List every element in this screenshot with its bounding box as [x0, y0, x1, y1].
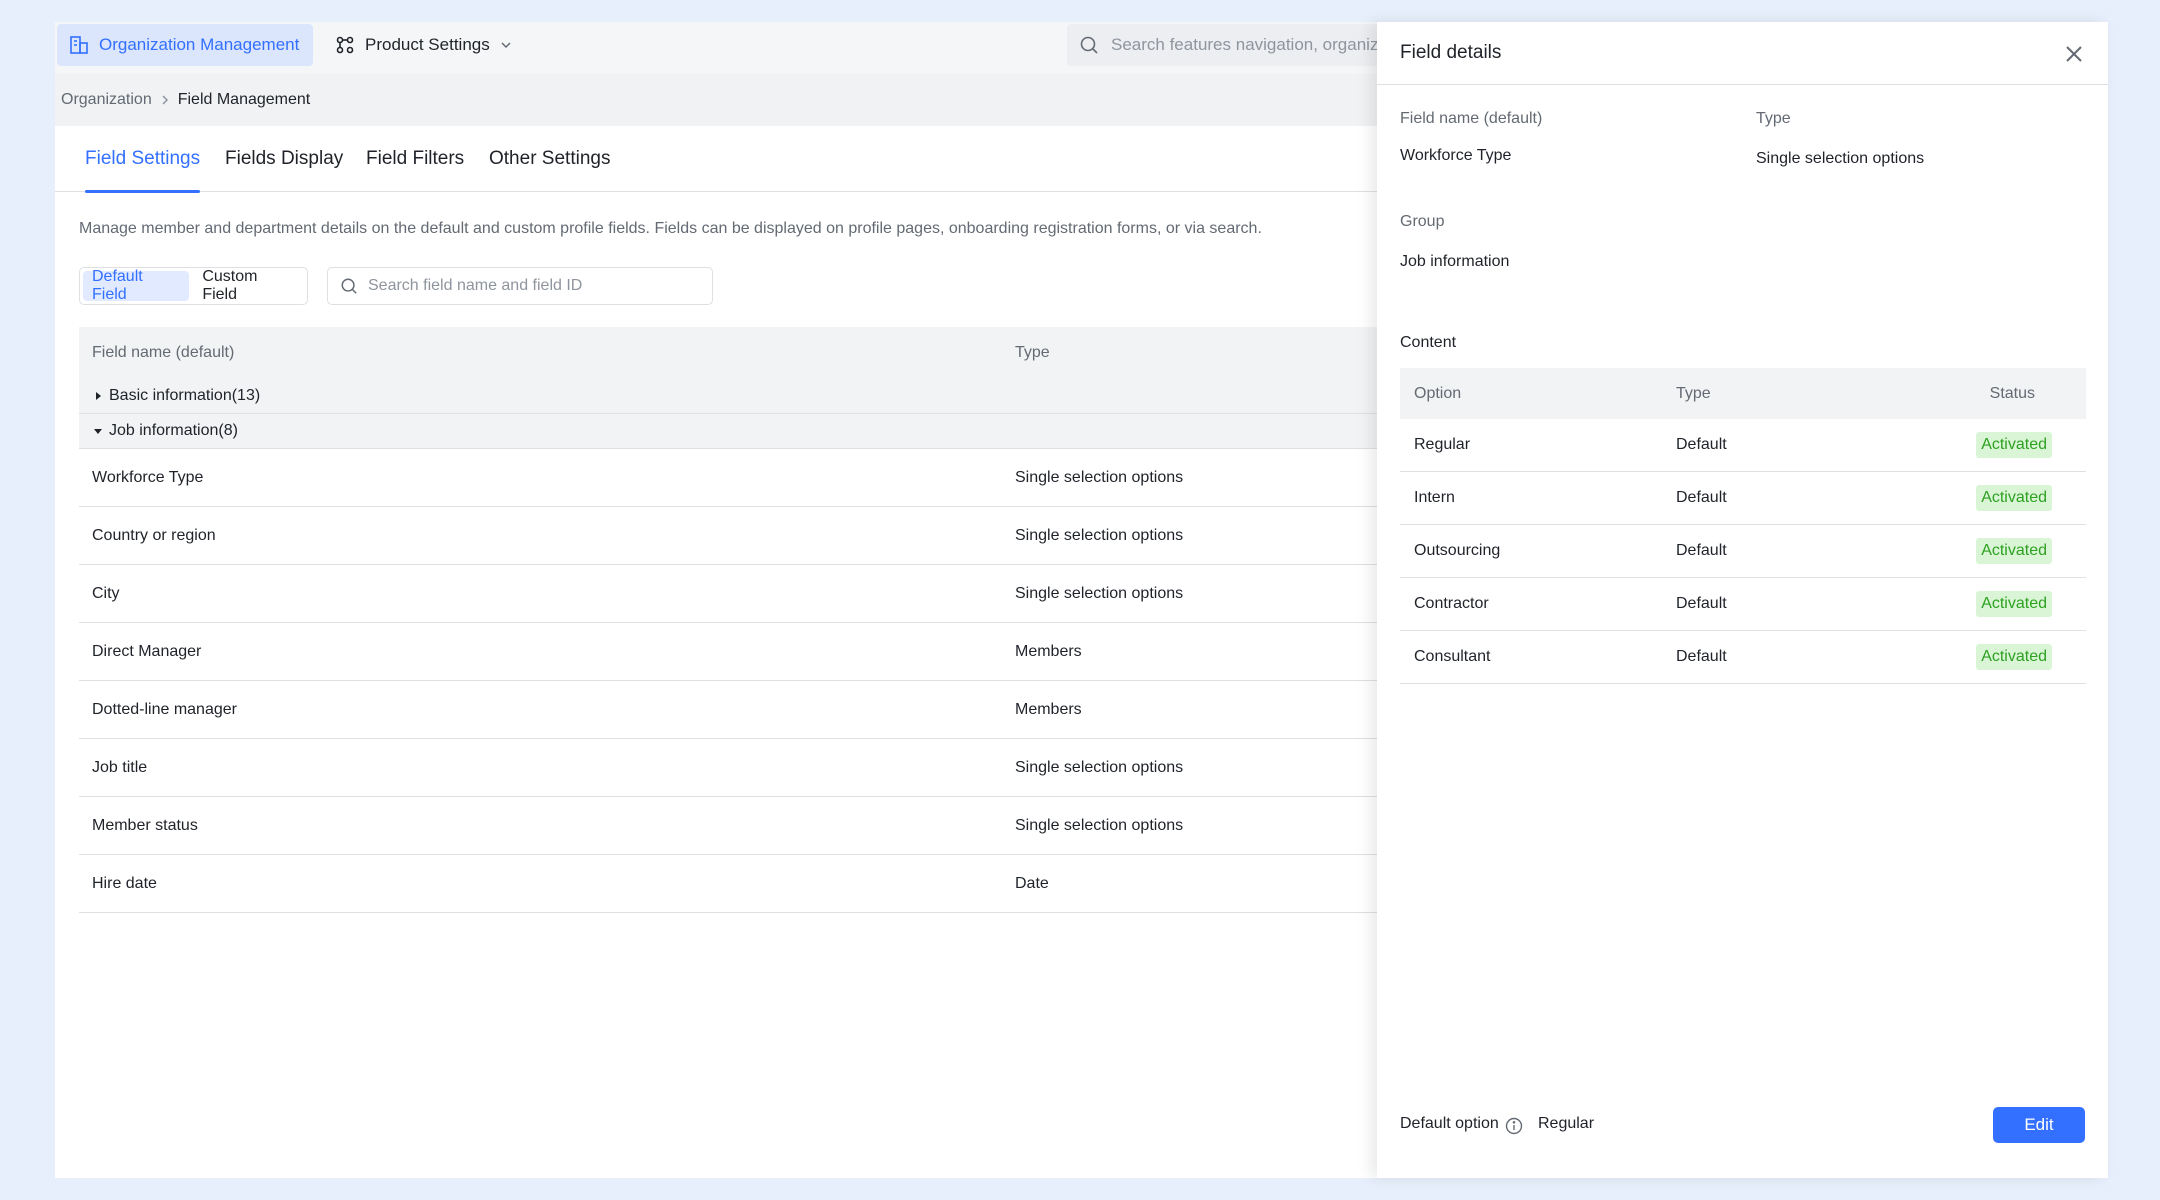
tab-field-filters[interactable]: Field Filters: [366, 126, 464, 192]
nav-organization-management[interactable]: Organization Management: [57, 24, 314, 66]
cell-type: Members: [1015, 700, 1082, 718]
cell-name: Dotted-line manager: [92, 700, 237, 718]
chevron-down-icon: [501, 42, 511, 49]
cell-name: Direct Manager: [92, 642, 202, 660]
nav-product-settings-label: Product Settings: [365, 35, 490, 54]
default-option-value: Regular: [1538, 1115, 1595, 1132]
cell-name: Member status: [92, 816, 198, 834]
edit-button[interactable]: Edit: [1993, 1107, 2085, 1143]
group-label: Basic information(13): [109, 387, 261, 404]
panel-header: Field details: [1377, 22, 2108, 85]
search-icon: [341, 278, 357, 294]
option-name: Intern: [1414, 489, 1455, 506]
tab-fields-display[interactable]: Fields Display: [225, 126, 343, 192]
option-row: Intern Default Activated: [1400, 472, 2086, 525]
table-row[interactable]: Member status Single selection options: [79, 797, 1439, 855]
header-field-name: Field name (default): [92, 344, 235, 361]
option-name: Contractor: [1414, 595, 1489, 612]
caret-down-icon: [94, 429, 102, 434]
option-row: Contractor Default Activated: [1400, 578, 2086, 631]
cell-type: Members: [1015, 642, 1082, 660]
content-table-header: Option Type Status: [1400, 368, 2086, 419]
option-name: Regular: [1414, 436, 1471, 453]
option-name: Outsourcing: [1414, 542, 1501, 559]
product-settings-icon: [336, 36, 354, 54]
tab-other-settings[interactable]: Other Settings: [489, 126, 610, 192]
table-row[interactable]: City Single selection options: [79, 565, 1439, 623]
option-type: Default: [1676, 648, 1727, 665]
field-name-label: Field name (default): [1400, 110, 1543, 127]
nav-product-settings[interactable]: Product Settings: [335, 24, 512, 66]
type-value: Single selection options: [1756, 150, 1925, 167]
building-icon: [70, 36, 88, 54]
header-type: Type: [1015, 344, 1050, 361]
cell-type: Single selection options: [1015, 816, 1184, 834]
page-description: Manage member and department details on …: [79, 220, 1262, 237]
panel-title: Field details: [1400, 42, 1502, 63]
table-row[interactable]: Job title Single selection options: [79, 739, 1439, 797]
group-basic-information[interactable]: Basic information(13): [79, 379, 1439, 414]
table-row[interactable]: Country or region Single selection option…: [79, 507, 1439, 565]
option-type: Default: [1676, 542, 1727, 559]
group-label: Job information(8): [109, 422, 238, 439]
field-details-panel: Field details Field name (default) Workf…: [1377, 22, 2108, 1178]
tab-field-settings[interactable]: Field Settings: [85, 126, 201, 193]
option-type: Default: [1676, 436, 1727, 453]
table-row[interactable]: Dotted-line manager Members: [79, 681, 1439, 739]
field-type-segment: Default Field Custom Field: [79, 267, 308, 305]
content-label: Content: [1400, 334, 1457, 351]
header-type: Type: [1676, 384, 1711, 402]
group-job-information[interactable]: Job information(8): [79, 414, 1439, 449]
table-row[interactable]: Hire date Date: [79, 855, 1439, 913]
field-search-placeholder: Search field name and field ID: [368, 277, 583, 294]
status-badge: Activated: [1976, 591, 2052, 617]
caret-right-icon: [96, 392, 101, 400]
cell-name: Job title: [92, 758, 148, 776]
header-option: Option: [1414, 384, 1462, 402]
status-badge: Activated: [1976, 432, 2052, 458]
cell-type: Single selection options: [1015, 584, 1184, 602]
option-row: Regular Default Activated: [1400, 419, 2086, 472]
cell-name: City: [92, 584, 120, 602]
cell-type: Date: [1015, 874, 1049, 892]
info-icon[interactable]: [1505, 1117, 1523, 1135]
option-row: Consultant Default Activated: [1400, 631, 2086, 684]
status-badge: Activated: [1976, 485, 2052, 511]
field-search-input[interactable]: Search field name and field ID: [327, 267, 713, 305]
cell-name: Country or region: [92, 526, 216, 544]
nav-organization-label: Organization Management: [99, 35, 300, 54]
content-table: Option Type Status Regular Default Activat…: [1400, 368, 2086, 684]
header-status: Status: [1989, 384, 2035, 402]
cell-name: Hire date: [92, 874, 157, 892]
group-label: Group: [1400, 213, 1445, 230]
table-row[interactable]: Direct Manager Members: [79, 623, 1439, 681]
default-option-label: Default option: [1400, 1115, 1499, 1132]
cell-name: Workforce Type: [92, 468, 204, 486]
close-icon[interactable]: [2062, 42, 2086, 66]
cell-type: Single selection options: [1015, 526, 1184, 544]
option-row: Outsourcing Default Activated: [1400, 525, 2086, 578]
group-value: Job information: [1400, 253, 1510, 270]
cell-type: Single selection options: [1015, 758, 1184, 776]
custom-field-button[interactable]: Custom Field: [193, 268, 304, 303]
table-header: Field name (default) Type: [79, 327, 1439, 379]
table-row[interactable]: Workforce Type Single selection options: [79, 449, 1439, 507]
breadcrumb-current: Field Management: [177, 91, 311, 108]
option-type: Default: [1676, 595, 1727, 612]
breadcrumb-root[interactable]: Organization: [61, 91, 152, 109]
fields-table: Field name (default) Type Basic informat…: [79, 327, 1439, 913]
type-label: Type: [1756, 110, 1791, 127]
option-type: Default: [1676, 489, 1727, 506]
status-badge: Activated: [1976, 644, 2052, 670]
default-field-button[interactable]: Default Field: [83, 268, 190, 303]
chevron-right-icon: [162, 95, 168, 105]
status-badge: Activated: [1976, 538, 2052, 564]
cell-type: Single selection options: [1015, 468, 1184, 486]
field-name-value: Workforce Type: [1400, 147, 1512, 164]
option-name: Consultant: [1414, 648, 1491, 665]
panel-footer: Default option Regular Edit: [1377, 1107, 2108, 1147]
search-icon: [1080, 36, 1098, 54]
global-search-placeholder: Search features navigation, organizati: [1111, 35, 1397, 54]
